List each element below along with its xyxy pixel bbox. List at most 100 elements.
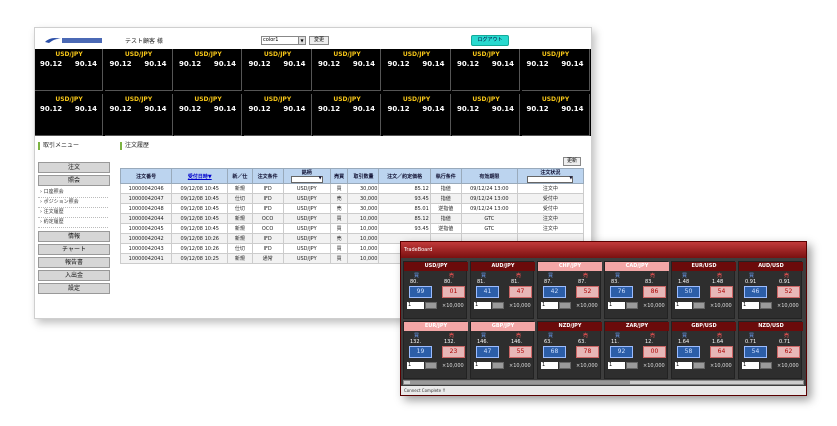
- buy-button[interactable]: 41: [476, 286, 499, 298]
- rate-tile[interactable]: USD/JPY 90.12 90.14: [521, 49, 590, 91]
- quantity-input[interactable]: 1: [541, 362, 558, 369]
- status-filter-select[interactable]: [527, 175, 574, 183]
- quantity-stepper[interactable]: [693, 362, 705, 369]
- buy-button[interactable]: 50: [677, 286, 700, 298]
- ask-price: 90.14: [561, 60, 584, 68]
- buy-button[interactable]: 54: [744, 346, 767, 358]
- sidebar-item-order[interactable]: 注文: [38, 162, 110, 173]
- sidebar-link-account[interactable]: › 口座照会: [38, 188, 108, 198]
- sidebar-item-info[interactable]: 情報: [38, 231, 110, 242]
- quantity-stepper[interactable]: [626, 362, 638, 369]
- quantity-input[interactable]: 1: [474, 362, 491, 369]
- scrollbar-thumb[interactable]: [410, 381, 630, 384]
- rate-tile[interactable]: USD/JPY 90.12 90.14: [104, 49, 173, 91]
- sell-button[interactable]: 55: [509, 346, 532, 358]
- quantity-stepper[interactable]: [626, 302, 638, 309]
- sell-button[interactable]: 62: [777, 346, 800, 358]
- logout-button[interactable]: ログアウト: [471, 35, 509, 46]
- cell-side: 買: [329, 183, 349, 194]
- quantity-stepper[interactable]: [425, 362, 437, 369]
- sell-button[interactable]: 01: [442, 286, 465, 298]
- sell-button[interactable]: 47: [509, 286, 532, 298]
- rate-tile[interactable]: USD/JPY 90.12 90.14: [174, 94, 242, 136]
- refresh-button[interactable]: 更新: [563, 157, 581, 166]
- rate-tile[interactable]: USD/JPY 90.12 90.14: [313, 94, 381, 136]
- quantity-input[interactable]: 1: [608, 362, 625, 369]
- rate-tile[interactable]: USD/JPY 90.12 90.14: [104, 94, 173, 136]
- sell-label: 売: [516, 333, 522, 339]
- quantity-input[interactable]: 1: [541, 302, 558, 309]
- unit-label: ×10,000: [509, 303, 531, 309]
- horizontal-scrollbar[interactable]: [403, 380, 804, 385]
- col-condition: 注文条件: [251, 168, 284, 184]
- quantity-stepper[interactable]: [559, 362, 571, 369]
- rate-tile[interactable]: USD/JPY 90.12 90.14: [35, 49, 103, 91]
- sidebar-item-settings[interactable]: 設定: [38, 283, 110, 294]
- change-button[interactable]: 変更: [309, 36, 329, 45]
- sidebar-item-inquiry[interactable]: 照会: [38, 175, 110, 186]
- symbol-filter-select[interactable]: [290, 175, 323, 183]
- sidebar-item-chart[interactable]: チャート: [38, 244, 110, 255]
- quantity-input[interactable]: 1: [474, 302, 491, 309]
- cell-condition: OCO: [251, 223, 284, 234]
- sell-button[interactable]: 00: [643, 346, 666, 358]
- rate-tile[interactable]: USD/JPY 90.12 90.14: [452, 49, 520, 91]
- rate-tile[interactable]: USD/JPY 90.12 90.14: [521, 94, 590, 136]
- rate-tile[interactable]: USD/JPY 90.12 90.14: [174, 49, 242, 91]
- buy-button[interactable]: 47: [476, 346, 499, 358]
- buy-button[interactable]: 92: [610, 346, 633, 358]
- table-row: 10000042044 09/12/08 10:45 新規 OCO USD/JPY 買 10…: [119, 213, 585, 224]
- cell-status: 注文中: [516, 223, 585, 234]
- cell-execution: 指値: [429, 193, 462, 204]
- quantity-stepper[interactable]: [425, 302, 437, 309]
- buy-button[interactable]: 58: [677, 346, 700, 358]
- quantity-input[interactable]: 1: [742, 362, 759, 369]
- buy-button[interactable]: 68: [543, 346, 566, 358]
- buy-button[interactable]: 19: [409, 346, 432, 358]
- rate-tile[interactable]: USD/JPY 90.12 90.14: [382, 49, 451, 91]
- rate-tile[interactable]: USD/JPY 90.12 90.14: [382, 94, 451, 136]
- unit-label: ×10,000: [643, 363, 665, 369]
- buy-button[interactable]: 99: [409, 286, 432, 298]
- buy-button[interactable]: 46: [744, 286, 767, 298]
- rate-tile[interactable]: USD/JPY 90.12 90.14: [313, 49, 381, 91]
- cell-condition: IFD: [251, 183, 284, 194]
- dashboard-titlebar[interactable]: TradeBoard: [401, 242, 806, 258]
- sell-button[interactable]: 86: [643, 286, 666, 298]
- cell-symbol: USD/JPY: [282, 223, 331, 234]
- rate-tile[interactable]: USD/JPY 90.12 90.14: [35, 94, 103, 136]
- sidebar-link-order-history[interactable]: › 注文履歴: [38, 208, 108, 218]
- quantity-input[interactable]: 1: [608, 302, 625, 309]
- sell-button[interactable]: 78: [576, 346, 599, 358]
- sell-button[interactable]: 52: [777, 286, 800, 298]
- quantity-stepper[interactable]: [492, 302, 504, 309]
- sidebar-link-position[interactable]: › ポジション照会: [38, 198, 108, 208]
- quantity-input[interactable]: 1: [742, 302, 759, 309]
- sidebar-link-execution-history[interactable]: › 約定履歴: [38, 218, 108, 228]
- quantity-input[interactable]: 1: [675, 302, 692, 309]
- quantity-stepper[interactable]: [760, 302, 772, 309]
- sidebar-item-deposit[interactable]: 入出金: [38, 270, 110, 281]
- sell-button[interactable]: 23: [442, 346, 465, 358]
- rate-tile[interactable]: USD/JPY 90.12 90.14: [243, 94, 312, 136]
- quantity-stepper[interactable]: [492, 362, 504, 369]
- rate-tile[interactable]: USD/JPY 90.12 90.14: [243, 49, 312, 91]
- quantity-input[interactable]: 1: [675, 362, 692, 369]
- quantity-stepper[interactable]: [559, 302, 571, 309]
- quantity-input[interactable]: 1: [407, 302, 424, 309]
- bid-big-figure: 11.: [611, 339, 619, 345]
- quantity-stepper[interactable]: [760, 362, 772, 369]
- sell-button[interactable]: 52: [576, 286, 599, 298]
- buy-button[interactable]: 76: [610, 286, 633, 298]
- sidebar-item-report[interactable]: 報告書: [38, 257, 110, 268]
- color-select[interactable]: color1 ▼: [261, 36, 306, 45]
- quantity-input[interactable]: 1: [407, 362, 424, 369]
- col-received[interactable]: 受付日時▼: [171, 168, 229, 184]
- sell-button[interactable]: 54: [710, 286, 733, 298]
- buy-button[interactable]: 42: [543, 286, 566, 298]
- bid-big-figure: 1.64: [678, 339, 690, 345]
- cell-received: 09/12/08 10:45: [171, 183, 229, 194]
- sell-button[interactable]: 64: [710, 346, 733, 358]
- rate-tile[interactable]: USD/JPY 90.12 90.14: [452, 94, 520, 136]
- quantity-stepper[interactable]: [693, 302, 705, 309]
